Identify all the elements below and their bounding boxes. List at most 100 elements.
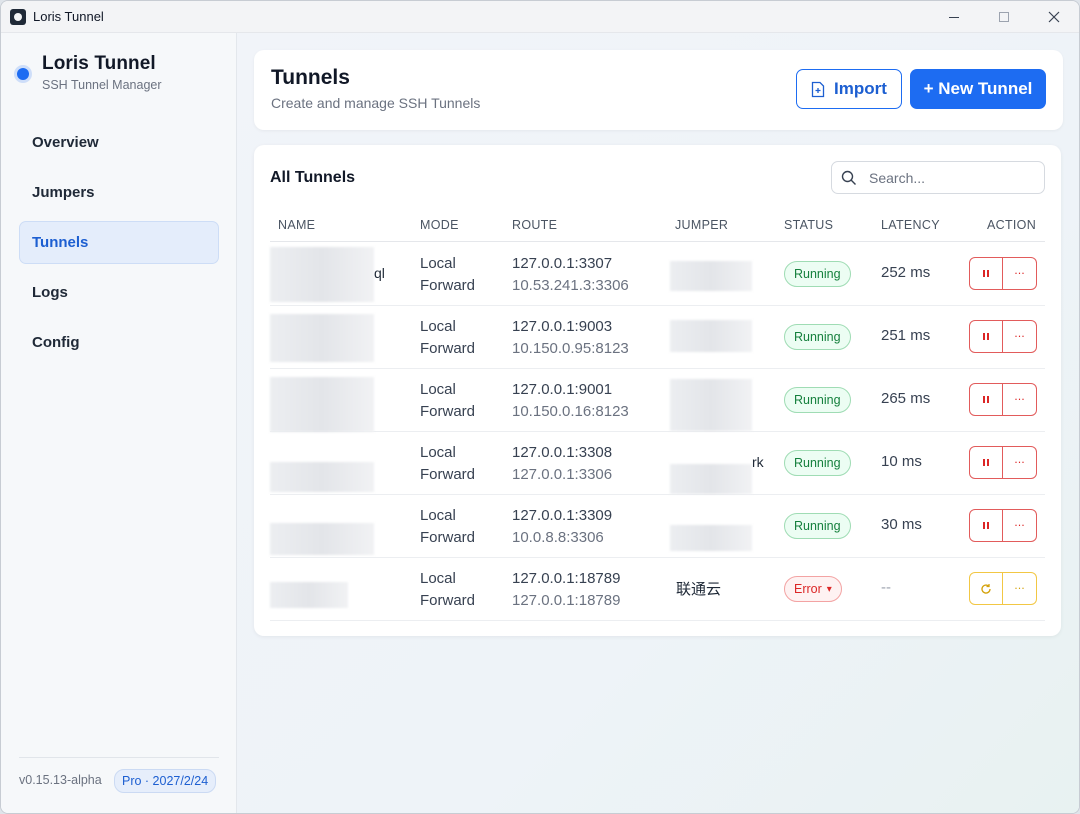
- pause-button[interactable]: [969, 320, 1003, 353]
- redacted-jumper: [670, 525, 752, 551]
- brand-subtitle: SSH Tunnel Manager: [42, 78, 162, 92]
- window-controls: [929, 1, 1079, 33]
- sidebar-item-overview[interactable]: Overview: [19, 121, 219, 164]
- search-box[interactable]: [831, 161, 1045, 194]
- more-button[interactable]: ···: [1003, 320, 1037, 353]
- mode-line1: Local: [420, 381, 456, 398]
- sidebar-item-tunnels[interactable]: Tunnels: [19, 221, 219, 264]
- latency: 265 ms: [881, 390, 931, 407]
- redacted-jumper: [670, 379, 752, 431]
- mode-line2: Forward: [420, 466, 476, 483]
- route-local: 127.0.0.1:9003: [512, 318, 613, 335]
- row-actions: ···: [969, 257, 1037, 290]
- sidebar-divider: [19, 757, 219, 758]
- pause-button[interactable]: [969, 257, 1003, 290]
- redacted-jumper: [670, 464, 752, 494]
- pause-button[interactable]: [969, 509, 1003, 542]
- table-row[interactable]: Local Forward 127.0.0.1:3309 10.0.8.8:3306…: [270, 495, 1045, 558]
- mode-line1: Local: [420, 318, 456, 335]
- redacted-name: [270, 314, 374, 362]
- more-button[interactable]: ···: [1003, 383, 1037, 416]
- tunnel-route: 127.0.0.1:3309 10.0.8.8:3306: [512, 505, 612, 549]
- jumper-name: rk: [752, 454, 764, 470]
- main-content: Tunnels Create and manage SSH Tunnels Im…: [237, 33, 1079, 813]
- status-cell: Running: [784, 387, 851, 413]
- latency: 10 ms: [881, 453, 922, 470]
- column-action: ACTION: [987, 218, 1037, 232]
- more-button[interactable]: ···: [1003, 257, 1037, 290]
- sidebar-item-logs[interactable]: Logs: [19, 271, 219, 314]
- status-cell[interactable]: Error ▾: [784, 576, 842, 602]
- maximize-button[interactable]: [979, 1, 1029, 33]
- more-icon: ···: [1014, 519, 1025, 532]
- restart-button[interactable]: [969, 572, 1003, 605]
- pause-icon: [983, 522, 989, 529]
- more-icon: ···: [1014, 582, 1025, 595]
- latency: 252 ms: [881, 264, 931, 281]
- pause-icon: [983, 459, 989, 466]
- tunnel-mode: Local Forward: [420, 253, 475, 297]
- mode-line2: Forward: [420, 529, 476, 546]
- status-cell: Running: [784, 261, 851, 287]
- import-button[interactable]: Import: [796, 69, 902, 109]
- search-input[interactable]: [869, 169, 1029, 186]
- mode-line2: Forward: [420, 592, 476, 609]
- latency: --: [881, 579, 891, 596]
- row-actions: ···: [969, 446, 1037, 479]
- mode-line2: Forward: [420, 340, 476, 357]
- row-actions: ···: [969, 509, 1037, 542]
- table-row[interactable]: Local Forward 127.0.0.1:3308 127.0.0.1:330…: [270, 432, 1045, 495]
- more-button[interactable]: ···: [1003, 572, 1037, 605]
- tunnel-mode: Local Forward: [420, 379, 475, 423]
- table-row[interactable]: Local Forward 127.0.0.1:9003 10.150.0.95:8…: [270, 306, 1045, 369]
- minimize-button[interactable]: [929, 1, 979, 33]
- route-remote: 10.0.8.8:3306: [512, 529, 604, 546]
- brand-title: Loris Tunnel: [42, 53, 156, 74]
- app-window: Loris Tunnel Loris Tunnel SSH Tunnel Man…: [0, 0, 1080, 814]
- route-remote: 127.0.0.1:3306: [512, 466, 613, 483]
- more-button[interactable]: ···: [1003, 509, 1037, 542]
- status-text: Error: [794, 582, 822, 596]
- status-cell: Running: [784, 513, 851, 539]
- file-import-icon: [811, 81, 825, 97]
- close-button[interactable]: [1029, 1, 1079, 33]
- window-title: Loris Tunnel: [33, 9, 104, 24]
- route-local: 127.0.0.1:18789: [512, 570, 621, 587]
- page-title: Tunnels: [271, 66, 350, 89]
- latency: 30 ms: [881, 516, 922, 533]
- pause-button[interactable]: [969, 383, 1003, 416]
- brand: Loris Tunnel SSH Tunnel Manager: [17, 53, 162, 92]
- sidebar-item-jumpers[interactable]: Jumpers: [19, 171, 219, 214]
- table-row[interactable]: Local Forward 127.0.0.1:9001 10.150.0.16:8…: [270, 369, 1045, 432]
- page-subtitle: Create and manage SSH Tunnels: [271, 95, 481, 111]
- route-local: 127.0.0.1:3309: [512, 507, 613, 524]
- mode-line1: Local: [420, 444, 456, 461]
- route-local: 127.0.0.1:9001: [512, 381, 613, 398]
- pause-button[interactable]: [969, 446, 1003, 479]
- import-label: Import: [834, 79, 887, 98]
- route-remote: 10.150.0.16:8123: [512, 403, 629, 420]
- more-button[interactable]: ···: [1003, 446, 1037, 479]
- jumper-name: 联通云: [676, 581, 722, 598]
- sidebar-item-config[interactable]: Config: [19, 321, 219, 364]
- mode-line1: Local: [420, 570, 456, 587]
- new-tunnel-button[interactable]: + New Tunnel: [910, 69, 1046, 109]
- column-name: NAME: [278, 218, 316, 232]
- row-actions: ···: [969, 572, 1037, 605]
- tunnel-route: 127.0.0.1:3308 127.0.0.1:3306: [512, 442, 612, 486]
- refresh-icon: [981, 583, 991, 594]
- tunnel-mode: Local Forward: [420, 316, 475, 360]
- redacted-name: [270, 247, 374, 302]
- route-remote: 10.150.0.95:8123: [512, 340, 629, 357]
- sidebar: Loris Tunnel SSH Tunnel Manager Overview…: [1, 33, 237, 813]
- table-row[interactable]: ql Local Forward 127.0.0.1:3307 10.53.241.…: [270, 243, 1045, 306]
- column-jumper: JUMPER: [675, 218, 729, 232]
- table-row[interactable]: Local Forward 127.0.0.1:18789 127.0.0.1:18…: [270, 558, 1045, 621]
- column-latency: LATENCY: [881, 218, 940, 232]
- status-badge: Running: [784, 387, 851, 413]
- status-badge[interactable]: Error ▾: [784, 576, 842, 602]
- redacted-jumper: [670, 320, 752, 352]
- tunnels-table-card: All Tunnels NAME MODE ROUTE JUMPER STATU…: [254, 145, 1061, 636]
- tunnel-mode: Local Forward: [420, 505, 475, 549]
- redacted-name: [270, 523, 374, 555]
